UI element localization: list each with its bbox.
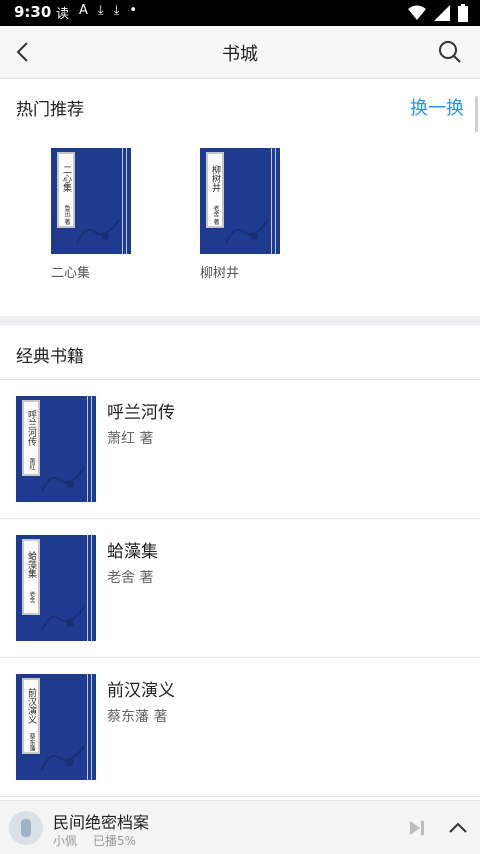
hot-book-name: 二心集 [51,266,91,281]
dot-icon: • [129,3,138,18]
cover-label: 二心集 鲁迅 著 [57,152,75,228]
cover-pattern [41,467,85,493]
cover-author: 蔡东藩 [28,733,35,751]
player-title: 民间绝密档案 [53,813,150,832]
download-icon: ⤓ [97,3,104,18]
wifi-icon [408,5,426,20]
list-item[interactable]: 前汉演义 蔡东藩 前汉演义 蔡东藩 著 [0,658,480,797]
search-icon[interactable] [436,38,464,66]
cover-pattern [76,219,120,245]
cover-pattern [41,606,85,632]
player-progress: 已播5% [93,834,137,848]
list-item[interactable]: 蛤藻集 老舍 蛤藻集 老舍 著 [0,519,480,658]
cover-title: 蛤藻集 [26,550,36,578]
book-title: 前汉演义 [107,681,175,701]
classic-section-title: 经典书籍 [16,347,84,367]
book-author: 老舍 著 [107,570,154,586]
hot-book-item[interactable]: 二心集 鲁迅 著 二心集 [51,148,131,281]
mini-player[interactable]: 民间绝密档案 小佩 已播5% [0,800,480,854]
battery-icon [458,4,468,22]
section-divider [0,316,480,326]
system-icons [408,4,468,22]
refresh-button[interactable]: 换一换 [410,94,464,120]
book-title: 蛤藻集 [107,542,158,562]
book-cover[interactable]: 柳树井 老舍 著 [200,148,280,254]
player-subtitle: 小佩 已播5% [53,832,152,849]
book-title: 呼兰河传 [107,403,175,423]
cover-title: 呼兰河传 [26,410,36,446]
hot-books: 二心集 鲁迅 著 二心集 柳树井 老舍 著 柳树井 [0,132,480,316]
play-next-icon[interactable] [406,817,428,839]
cover-author: 鲁迅 著 [63,205,70,225]
download-icon-2: ⤓ [113,3,120,18]
list-item[interactable]: 呼兰河传 萧红 呼兰河传 萧红 著 [0,380,480,519]
cover-author: 萧红 [28,458,35,470]
cover-label: 柳树井 老舍 著 [206,152,224,228]
hot-section-header: 热门推荐 换一换 [0,80,480,133]
cover-label: 前汉演义 蔡东藩 [22,678,40,754]
status-time: 9:30 [14,3,52,21]
reader-notification-icon: 读 [56,7,70,22]
cover-pattern [41,745,85,771]
hot-book-name: 柳树井 [200,266,240,281]
page-title: 书城 [222,44,258,65]
cover-author: 老舍 [28,591,35,603]
hot-book-item[interactable]: 柳树井 老舍 著 柳树井 [200,148,280,281]
cell-signal-icon [434,5,450,21]
cover-label: 蛤藻集 老舍 [22,539,40,615]
player-cover-avatar[interactable] [9,811,43,845]
book-cover[interactable]: 前汉演义 蔡东藩 [16,674,96,780]
player-narrator: 小佩 [53,834,78,848]
book-author: 蔡东藩 著 [107,709,168,725]
book-cover[interactable]: 二心集 鲁迅 著 [51,148,131,254]
book-author: 萧红 著 [107,431,154,447]
cover-label: 呼兰河传 萧红 [22,400,40,476]
notification-icons: 读 A ⤓ ⤓ • [56,3,137,22]
cover-title: 二心集 [61,164,71,192]
cover-title: 柳树井 [210,164,220,192]
book-cover[interactable]: 蛤藻集 老舍 [16,535,96,641]
cover-pattern [225,219,269,245]
book-cover[interactable]: 呼兰河传 萧红 [16,396,96,502]
classic-section-header: 经典书籍 [0,327,480,380]
cover-author: 老舍 著 [212,205,219,225]
app-notification-icon: A [79,3,88,18]
cover-title: 前汉演义 [26,688,36,724]
chevron-up-icon[interactable] [447,817,469,839]
status-bar: 9:30 读 A ⤓ ⤓ • [0,0,480,26]
hot-section-title: 热门推荐 [16,100,84,120]
top-bar: 书城 [0,26,480,79]
